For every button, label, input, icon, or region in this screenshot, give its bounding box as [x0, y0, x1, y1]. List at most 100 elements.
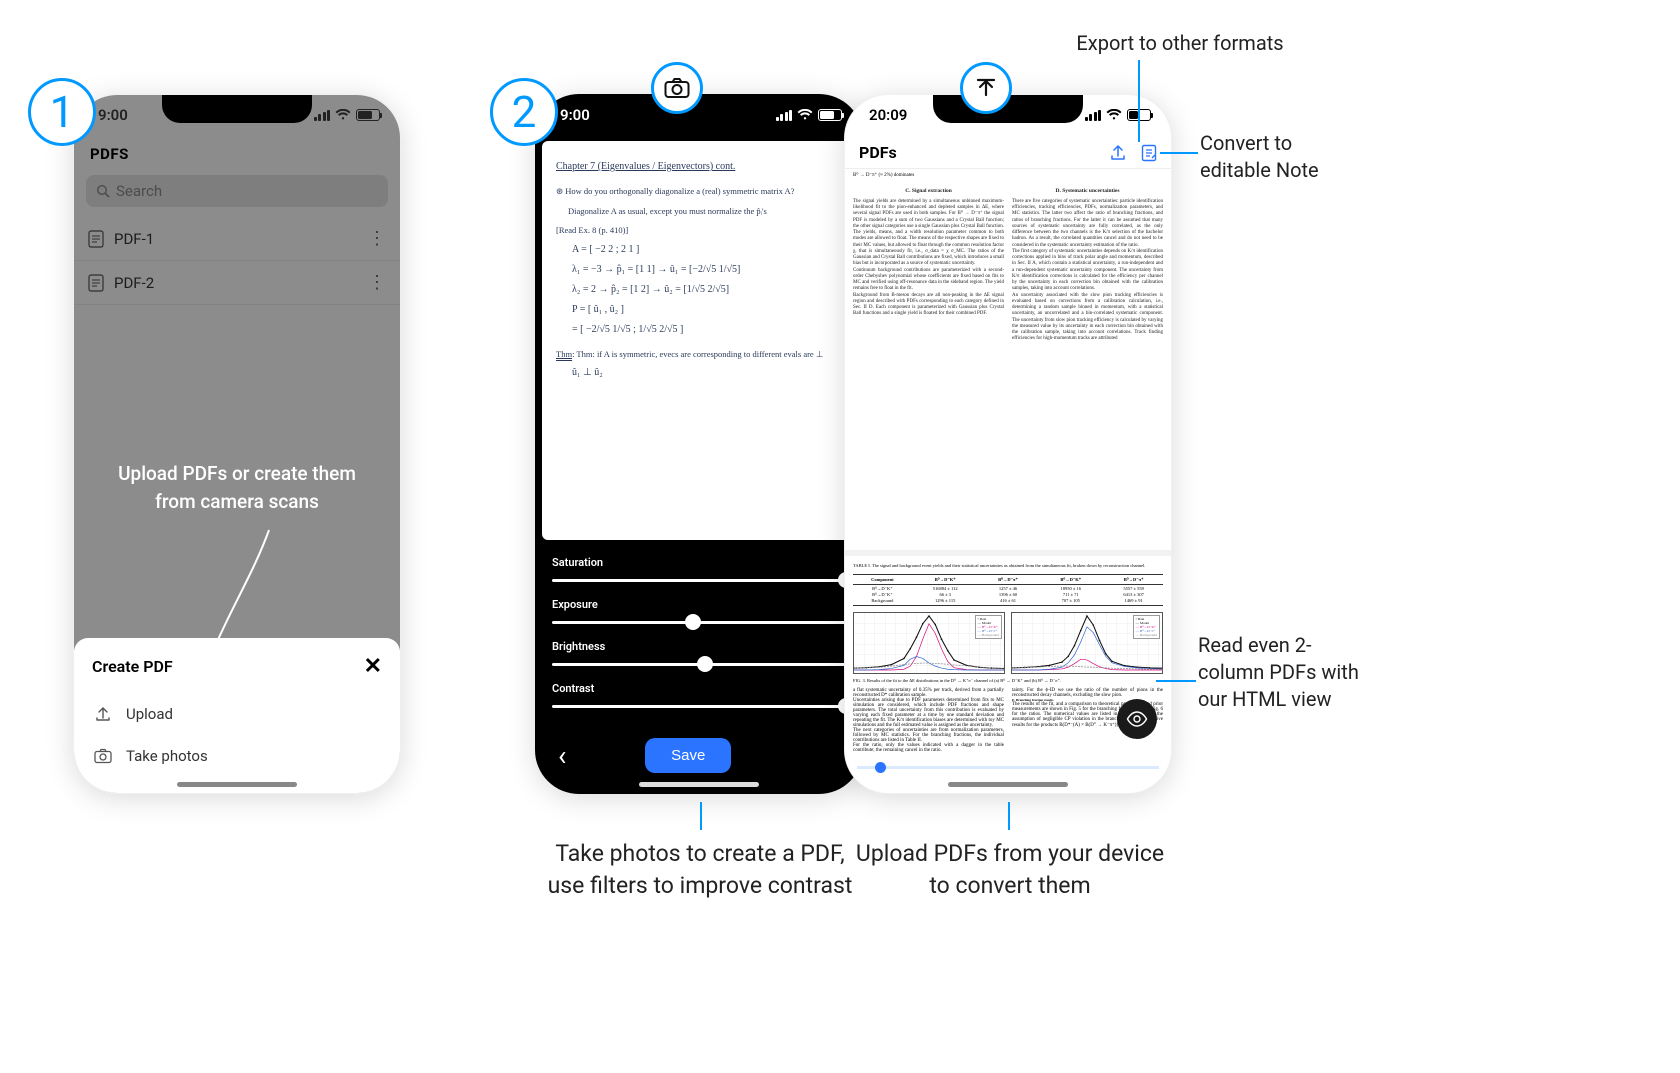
pdf-paragraph: Uncertainties arising due to PDF paramet…	[853, 698, 1004, 728]
take-photos-label: Take photos	[126, 747, 208, 765]
camera-float-icon	[651, 62, 703, 114]
pdf-paragraph: There are five categories of systematic …	[1012, 199, 1163, 249]
step-number: 1	[50, 86, 75, 138]
back-button[interactable]: ‹	[558, 739, 566, 772]
take-photos-option[interactable]: Take photos	[74, 735, 400, 777]
camera-icon	[94, 748, 112, 764]
scan-title: Chapter 7 (Eigenvalues / Eigenvectors) c…	[556, 159, 842, 175]
scanned-page: Chapter 7 (Eigenvalues / Eigenvectors) c…	[542, 141, 856, 540]
scan-eq: λ₂ = 2 → p̂₂ = [1 2] → û₂ = [1/√5 2/√5]	[572, 282, 842, 298]
saturation-slider[interactable]: Saturation	[552, 556, 846, 588]
scan-eq: λ₁ = −3 → p̂₁ = [1 1] → û₁ = [−2/√5 1/√5…	[572, 262, 842, 278]
anno-convert: Convert to editable Note	[1200, 130, 1319, 184]
pdf-paragraph: The signal yields are determined by a si…	[853, 199, 1004, 268]
section-heading: C. Signal extraction	[853, 188, 1004, 195]
status-time: 20:09	[869, 106, 907, 124]
scan-eq: = [ −2/√5 1/√5 ; 1/√5 2/√5 ]	[572, 322, 842, 338]
scan-line: [Read Ex. 8 (p. 410)]	[556, 224, 842, 238]
slider-label: Exposure	[552, 598, 846, 611]
create-pdf-sheet: Create PDF ✕ Upload Take photos	[74, 638, 400, 793]
pdf-paragraph: For the ratio, only the values indicated…	[853, 743, 1004, 753]
battery-icon	[818, 109, 842, 121]
signal-icon	[314, 110, 331, 121]
wifi-icon	[335, 109, 351, 121]
export-icon[interactable]	[1109, 144, 1127, 162]
chart-pair: • Data — Model — B⁰→D⁻K⁺ — B⁰→D⁻π⁺ — Bac…	[853, 612, 1163, 674]
chart-a: • Data — Model — B⁰→D⁻K⁺ — B⁰→D⁻π⁺ — Bac…	[853, 612, 1005, 674]
pdf-eqline: B⁰ → D⁻π⁺ (≈ 2%) dominates	[845, 169, 1171, 178]
filter-panel: Saturation Exposure Brightness Contrast	[536, 540, 862, 730]
leader-line	[1160, 152, 1198, 154]
sheet-title: Create PDF	[92, 657, 173, 676]
status-time: 9:00	[98, 106, 128, 124]
pdf-page-content[interactable]: TABLE I. The signal and background event…	[845, 550, 1171, 793]
section-heading: D. Systematic uncertainties	[1012, 188, 1163, 195]
home-indicator	[639, 782, 759, 787]
slider-label: Contrast	[552, 682, 846, 695]
pdf-table: Component B⁰→D⁻K⁺ B⁰→D⁻π⁺ B⁰→D⁻K⁺ B⁰→D⁻π…	[853, 574, 1163, 606]
pdfs-view: PDFS Search PDF-1 ⋮ PDF-2 ⋮ Upload PDFs …	[74, 135, 400, 793]
pdf-column-left: C. Signal extraction The signal yields a…	[853, 184, 1004, 544]
caption-upload: Upload PDFs from your device to convert …	[790, 838, 1230, 902]
save-button[interactable]: Save	[645, 738, 731, 773]
upload-icon	[94, 705, 112, 723]
pdf-paragraph: An uncertainty associated with the slow …	[1012, 293, 1163, 343]
chart-b: • Data — Model — B⁰→D⁻K⁺ — B⁰→D⁻π⁺ — Bac…	[1011, 612, 1163, 674]
scan-line: Diagonalize A as usual, except you must …	[568, 205, 842, 219]
upload-label: Upload	[126, 705, 173, 723]
step-badge-2: 2	[490, 78, 558, 146]
anno-htmlview: Read even 2- column PDFs with our HTML v…	[1198, 632, 1359, 713]
pdf-paragraph: The next categories of uncertainties are…	[853, 728, 1004, 743]
leader-line	[1138, 60, 1140, 142]
pdf-paragraph: a flat systematic uncertainty of 0.35% p…	[853, 688, 1004, 698]
brightness-slider[interactable]: Brightness	[552, 640, 846, 672]
signal-icon	[776, 110, 793, 121]
pdf-paragraph: Background from B-meson decays are all n…	[853, 293, 1004, 318]
pdf-scrollbar[interactable]	[857, 766, 1159, 769]
convert-note-icon[interactable]	[1141, 144, 1157, 162]
close-icon[interactable]: ✕	[364, 654, 382, 679]
scan-eq: û₁ ⊥ û₂	[572, 365, 842, 381]
status-icons	[776, 109, 843, 121]
upload-option[interactable]: Upload	[74, 693, 400, 735]
pdf-paragraph: The first category of systematic uncerta…	[1012, 249, 1163, 293]
scan-view: Chapter 7 (Eigenvalues / Eigenvectors) c…	[536, 135, 862, 793]
eye-icon	[1126, 711, 1148, 727]
status-icons	[1085, 109, 1152, 121]
pdf-paragraph: tainty. For the ϕ-ID we use the ratio of…	[1012, 688, 1163, 698]
scan-eq: P = [ û₁ , û₂ ]	[572, 302, 842, 318]
wifi-icon	[1106, 109, 1122, 121]
anno-export: Export to other formats	[1050, 30, 1310, 57]
contrast-slider[interactable]: Contrast	[552, 682, 846, 714]
leader-line	[1008, 802, 1010, 830]
exposure-slider[interactable]: Exposure	[552, 598, 846, 630]
phone-pdfs-list: 9:00 PDFS Search PDF-1 ⋮ PDF-2 ⋮ Upload …	[73, 94, 401, 794]
pdf-paragraph: Continuum background contributions are p…	[853, 268, 1004, 293]
html-view-button[interactable]	[1117, 699, 1157, 739]
table-caption: TABLE I. The signal and background event…	[853, 563, 1163, 568]
phone-pdf-viewer: 20:09 PDFs B⁰ → D⁻π⁺ (≈ 2%) dominates C.…	[844, 94, 1172, 794]
pdf-viewer: PDFs B⁰ → D⁻π⁺ (≈ 2%) dominates C. Signa…	[845, 135, 1171, 793]
phone-scan: 9:00 Chapter 7 (Eigenvalues / Eigenvecto…	[535, 94, 863, 794]
scan-eq: A = [ −2 2 ; 2 1 ]	[572, 242, 842, 258]
step-number: 2	[512, 86, 537, 138]
leader-line	[1156, 680, 1196, 682]
pdf-page-content[interactable]: C. Signal extraction The signal yields a…	[845, 178, 1171, 550]
pdf-viewer-title: PDFs	[859, 143, 897, 162]
status-time: 9:00	[560, 106, 590, 124]
step-badge-1: 1	[28, 78, 96, 146]
overlay-hint-text: Upload PDFs or create them from camera s…	[74, 460, 400, 515]
pdf-column-right: D. Systematic uncertainties There are fi…	[1012, 184, 1163, 544]
upload-float-icon	[960, 62, 1012, 114]
wifi-icon	[797, 109, 813, 121]
battery-icon	[356, 109, 380, 121]
slider-label: Brightness	[552, 640, 846, 653]
slider-label: Saturation	[552, 556, 846, 569]
scan-q: How do you orthogonally diagonalize a (r…	[565, 186, 794, 196]
signal-icon	[1085, 110, 1102, 121]
status-icons	[314, 109, 381, 121]
figure-caption: FIG. 3. Results of the fit to the ΔE dis…	[853, 678, 1163, 684]
scan-thm: Thm: Thm: if A is symmetric, evecs are c…	[556, 348, 842, 362]
home-indicator	[177, 782, 297, 787]
home-indicator	[948, 782, 1068, 787]
